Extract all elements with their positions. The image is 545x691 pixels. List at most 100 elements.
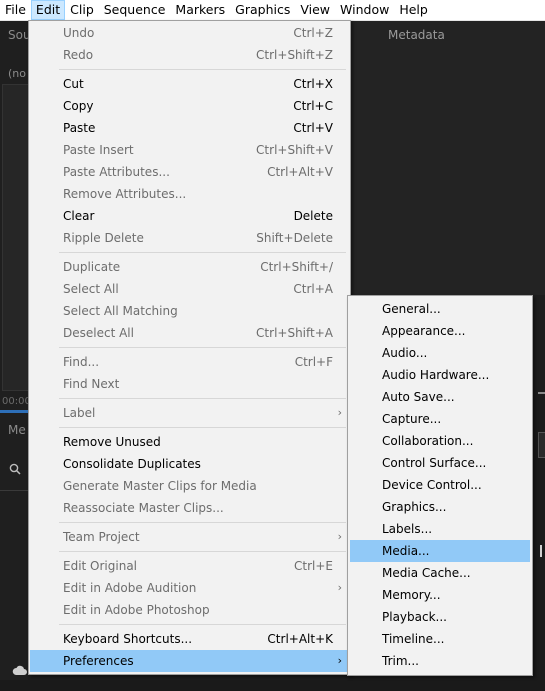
menu-window[interactable]: Window <box>335 0 394 20</box>
pref-item-graphics[interactable]: Graphics... <box>350 496 530 518</box>
no-clip-text: (no <box>8 67 26 80</box>
pref-item-auto-save[interactable]: Auto Save... <box>350 386 530 408</box>
menu-item-duplicate[interactable]: Duplicate Ctrl+Shift+/ <box>30 256 349 278</box>
menu-item-label: Generate Master Clips for Media <box>63 479 257 493</box>
menu-item-keyboard-shortcuts[interactable]: Keyboard Shortcuts... Ctrl+Alt+K <box>30 628 349 650</box>
menu-separator <box>59 347 346 348</box>
menu-item-find[interactable]: Find... Ctrl+F <box>30 351 349 373</box>
menu-item-label: Audio Hardware... <box>382 368 490 382</box>
menu-item-select-all[interactable]: Select All Ctrl+A <box>30 278 349 300</box>
menu-item-paste[interactable]: Paste Ctrl+V <box>30 117 349 139</box>
cloud-icon[interactable] <box>12 664 28 679</box>
menu-markers[interactable]: Markers <box>170 0 230 20</box>
menu-item-label: Appearance... <box>382 324 466 338</box>
menu-item-shortcut: Ctrl+X <box>293 77 333 91</box>
pref-item-general[interactable]: General... <box>350 298 530 320</box>
menu-item-label: Control Surface... <box>382 456 487 470</box>
chevron-right-icon: › <box>337 530 342 543</box>
menu-help[interactable]: Help <box>394 0 433 20</box>
menu-item-label: Preferences <box>63 654 134 668</box>
menu-item-label: Device Control... <box>382 478 482 492</box>
menu-item-label: Paste <box>63 121 96 135</box>
menu-item-label: Capture... <box>382 412 442 426</box>
menu-item-shortcut: Ctrl+Shift+V <box>256 143 333 157</box>
pref-item-appearance[interactable]: Appearance... <box>350 320 530 342</box>
menu-item-remove-unused[interactable]: Remove Unused <box>30 431 349 453</box>
menu-item-consolidate-duplicates[interactable]: Consolidate Duplicates <box>30 453 349 475</box>
menu-item-label[interactable]: Label › <box>30 402 349 424</box>
pref-item-timeline[interactable]: Timeline... <box>350 628 530 650</box>
menu-item-select-all-matching[interactable]: Select All Matching <box>30 300 349 322</box>
menu-item-label: Timeline... <box>382 632 445 646</box>
menu-view[interactable]: View <box>295 0 335 20</box>
source-monitor <box>2 84 30 391</box>
menu-item-copy[interactable]: Copy Ctrl+C <box>30 95 349 117</box>
menu-item-edit-in-adobe-audition[interactable]: Edit in Adobe Audition › <box>30 577 349 599</box>
menu-item-reassociate-master-clips[interactable]: Reassociate Master Clips... <box>30 497 349 519</box>
pref-item-labels[interactable]: Labels... <box>350 518 530 540</box>
pref-item-memory[interactable]: Memory... <box>350 584 530 606</box>
menu-bar: File Edit Clip Sequence Markers Graphics View W… <box>0 0 545 21</box>
menu-item-cut[interactable]: Cut Ctrl+X <box>30 73 349 95</box>
menu-item-label: Team Project <box>63 530 140 544</box>
menu-item-label: Edit in Adobe Photoshop <box>63 603 210 617</box>
menu-item-label: Edit in Adobe Audition <box>63 581 197 595</box>
menu-item-clear[interactable]: Clear Delete <box>30 205 349 227</box>
menu-item-label: Deselect All <box>63 326 134 340</box>
menu-item-paste-insert[interactable]: Paste Insert Ctrl+Shift+V <box>30 139 349 161</box>
menu-file[interactable]: File <box>0 0 31 20</box>
menu-item-preferences[interactable]: Preferences › <box>30 650 349 672</box>
menu-item-redo[interactable]: Redo Ctrl+Shift+Z <box>30 44 349 66</box>
pref-item-capture[interactable]: Capture... <box>350 408 530 430</box>
menu-item-label: Reassociate Master Clips... <box>63 501 224 515</box>
pref-item-media[interactable]: Media... <box>350 540 530 562</box>
edit-menu: Undo Ctrl+Z Redo Ctrl+Shift+Z Cut Ctrl+X Copy C… <box>28 20 351 675</box>
pref-item-trim[interactable]: Trim... <box>350 650 530 672</box>
menu-item-shortcut: Ctrl+Shift+A <box>256 326 333 340</box>
metadata-panel <box>350 21 545 295</box>
menu-separator <box>59 69 346 70</box>
menu-item-label: Select All Matching <box>63 304 178 318</box>
media-browser-tab[interactable]: Me <box>8 423 26 437</box>
pref-item-audio[interactable]: Audio... <box>350 342 530 364</box>
menu-item-undo[interactable]: Undo Ctrl+Z <box>30 22 349 44</box>
pref-item-playback[interactable]: Playback... <box>350 606 530 628</box>
menu-item-generate-master-clips-for-media[interactable]: Generate Master Clips for Media <box>30 475 349 497</box>
menu-clip[interactable]: Clip <box>65 0 99 20</box>
menu-item-label: Audio... <box>382 346 428 360</box>
preferences-submenu: General... Appearance... Audio... Audio Har… <box>347 295 533 676</box>
menu-sequence[interactable]: Sequence <box>99 0 171 20</box>
menu-item-label: Playback... <box>382 610 447 624</box>
menu-item-label: Clear <box>63 209 95 223</box>
menu-separator <box>59 624 346 625</box>
menu-item-paste-attributes[interactable]: Paste Attributes... Ctrl+Alt+V <box>30 161 349 183</box>
menu-separator <box>59 551 346 552</box>
menu-item-shortcut: Ctrl+Z <box>293 26 333 40</box>
menu-item-label: Remove Attributes... <box>63 187 187 201</box>
panel-divider-lower <box>0 490 28 491</box>
chevron-right-icon: › <box>337 654 342 667</box>
chevron-right-icon: › <box>337 406 342 419</box>
pref-item-collaboration[interactable]: Collaboration... <box>350 430 530 452</box>
menu-item-deselect-all[interactable]: Deselect All Ctrl+Shift+A <box>30 322 349 344</box>
menu-item-team-project[interactable]: Team Project › <box>30 526 349 548</box>
menu-item-find-next[interactable]: Find Next <box>30 373 349 395</box>
search-icon[interactable] <box>9 463 21 478</box>
menu-edit[interactable]: Edit <box>30 0 66 20</box>
menu-item-remove-attributes[interactable]: Remove Attributes... <box>30 183 349 205</box>
metadata-tab[interactable]: Metadata <box>388 28 445 42</box>
timecode: 00:00 <box>2 396 31 407</box>
pref-item-audio-hardware[interactable]: Audio Hardware... <box>350 364 530 386</box>
menu-item-edit-original[interactable]: Edit Original Ctrl+E <box>30 555 349 577</box>
menu-item-shortcut: Ctrl+E <box>294 559 333 573</box>
menu-item-edit-in-adobe-photoshop[interactable]: Edit in Adobe Photoshop <box>30 599 349 621</box>
pref-item-media-cache[interactable]: Media Cache... <box>350 562 530 584</box>
menu-item-label: Copy <box>63 99 94 113</box>
menu-item-ripple-delete[interactable]: Ripple Delete Shift+Delete <box>30 227 349 249</box>
pref-item-control-surface[interactable]: Control Surface... <box>350 452 530 474</box>
menu-item-label: General... <box>382 302 441 316</box>
pref-item-device-control[interactable]: Device Control... <box>350 474 530 496</box>
chevron-right-icon: › <box>337 581 342 594</box>
menu-graphics[interactable]: Graphics <box>230 0 295 20</box>
menu-item-label: Memory... <box>382 588 441 602</box>
